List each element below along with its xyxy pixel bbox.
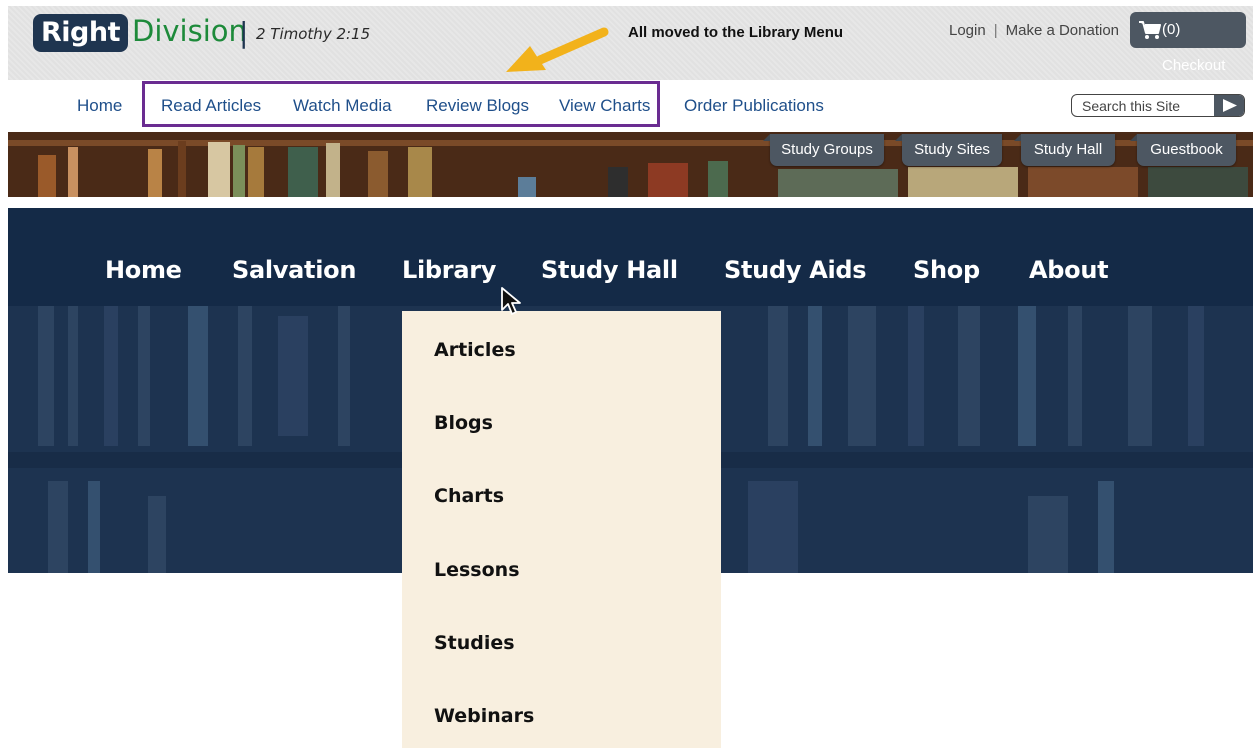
menu-item-articles[interactable]: Articles xyxy=(434,339,516,361)
new-nav-shop[interactable]: Shop xyxy=(913,256,980,284)
menu-item-charts[interactable]: Charts xyxy=(434,485,504,507)
menu-item-studies[interactable]: Studies xyxy=(434,632,515,654)
tab-guestbook[interactable]: Guestbook xyxy=(1130,134,1236,166)
new-nav-salvation[interactable]: Salvation xyxy=(232,256,356,284)
menu-item-webinars[interactable]: Webinars xyxy=(434,705,534,727)
logo-separator: | xyxy=(239,16,249,49)
new-nav-study-aids[interactable]: Study Aids xyxy=(724,256,867,284)
new-nav-study-hall[interactable]: Study Hall xyxy=(541,256,678,284)
logo-division-text[interactable]: Division xyxy=(132,14,247,52)
new-nav-library[interactable]: Library xyxy=(402,256,496,284)
tab-study-sites[interactable]: Study Sites xyxy=(895,134,1002,166)
logo-verse: 2 Timothy 2:15 xyxy=(256,25,371,43)
top-links-separator: | xyxy=(993,22,998,39)
moved-items-highlight xyxy=(142,81,660,127)
annotation-arrow-icon xyxy=(506,27,609,72)
play-arrow-icon xyxy=(1223,99,1237,112)
tab-study-groups[interactable]: Study Groups xyxy=(763,134,884,166)
logo-right-badge[interactable]: Right xyxy=(33,14,129,52)
search-input[interactable] xyxy=(1072,95,1215,116)
top-links: Login | Make a Donation xyxy=(949,22,1119,39)
tab-study-hall[interactable]: Study Hall xyxy=(1014,134,1115,166)
library-dropdown-menu: Articles Blogs Charts Lessons Studies We… xyxy=(402,311,721,748)
menu-item-lessons[interactable]: Lessons xyxy=(434,559,520,581)
donation-link[interactable]: Make a Donation xyxy=(1006,22,1119,39)
checkout-label: (0) Checkout xyxy=(1162,21,1226,74)
new-nav-home[interactable]: Home xyxy=(105,256,182,284)
login-link[interactable]: Login xyxy=(949,22,986,39)
mouse-pointer-icon xyxy=(501,287,521,315)
old-nav-home[interactable]: Home xyxy=(77,96,122,116)
cart-icon xyxy=(1139,21,1161,39)
old-nav-order-publications[interactable]: Order Publications xyxy=(684,96,824,116)
new-nav-about[interactable]: About xyxy=(1029,256,1109,284)
annotation-text: All moved to the Library Menu xyxy=(628,24,844,41)
menu-item-blogs[interactable]: Blogs xyxy=(434,412,493,434)
checkout-button[interactable]: (0) Checkout xyxy=(1130,12,1246,74)
site-search xyxy=(1071,94,1245,117)
search-submit-button[interactable] xyxy=(1214,95,1244,116)
